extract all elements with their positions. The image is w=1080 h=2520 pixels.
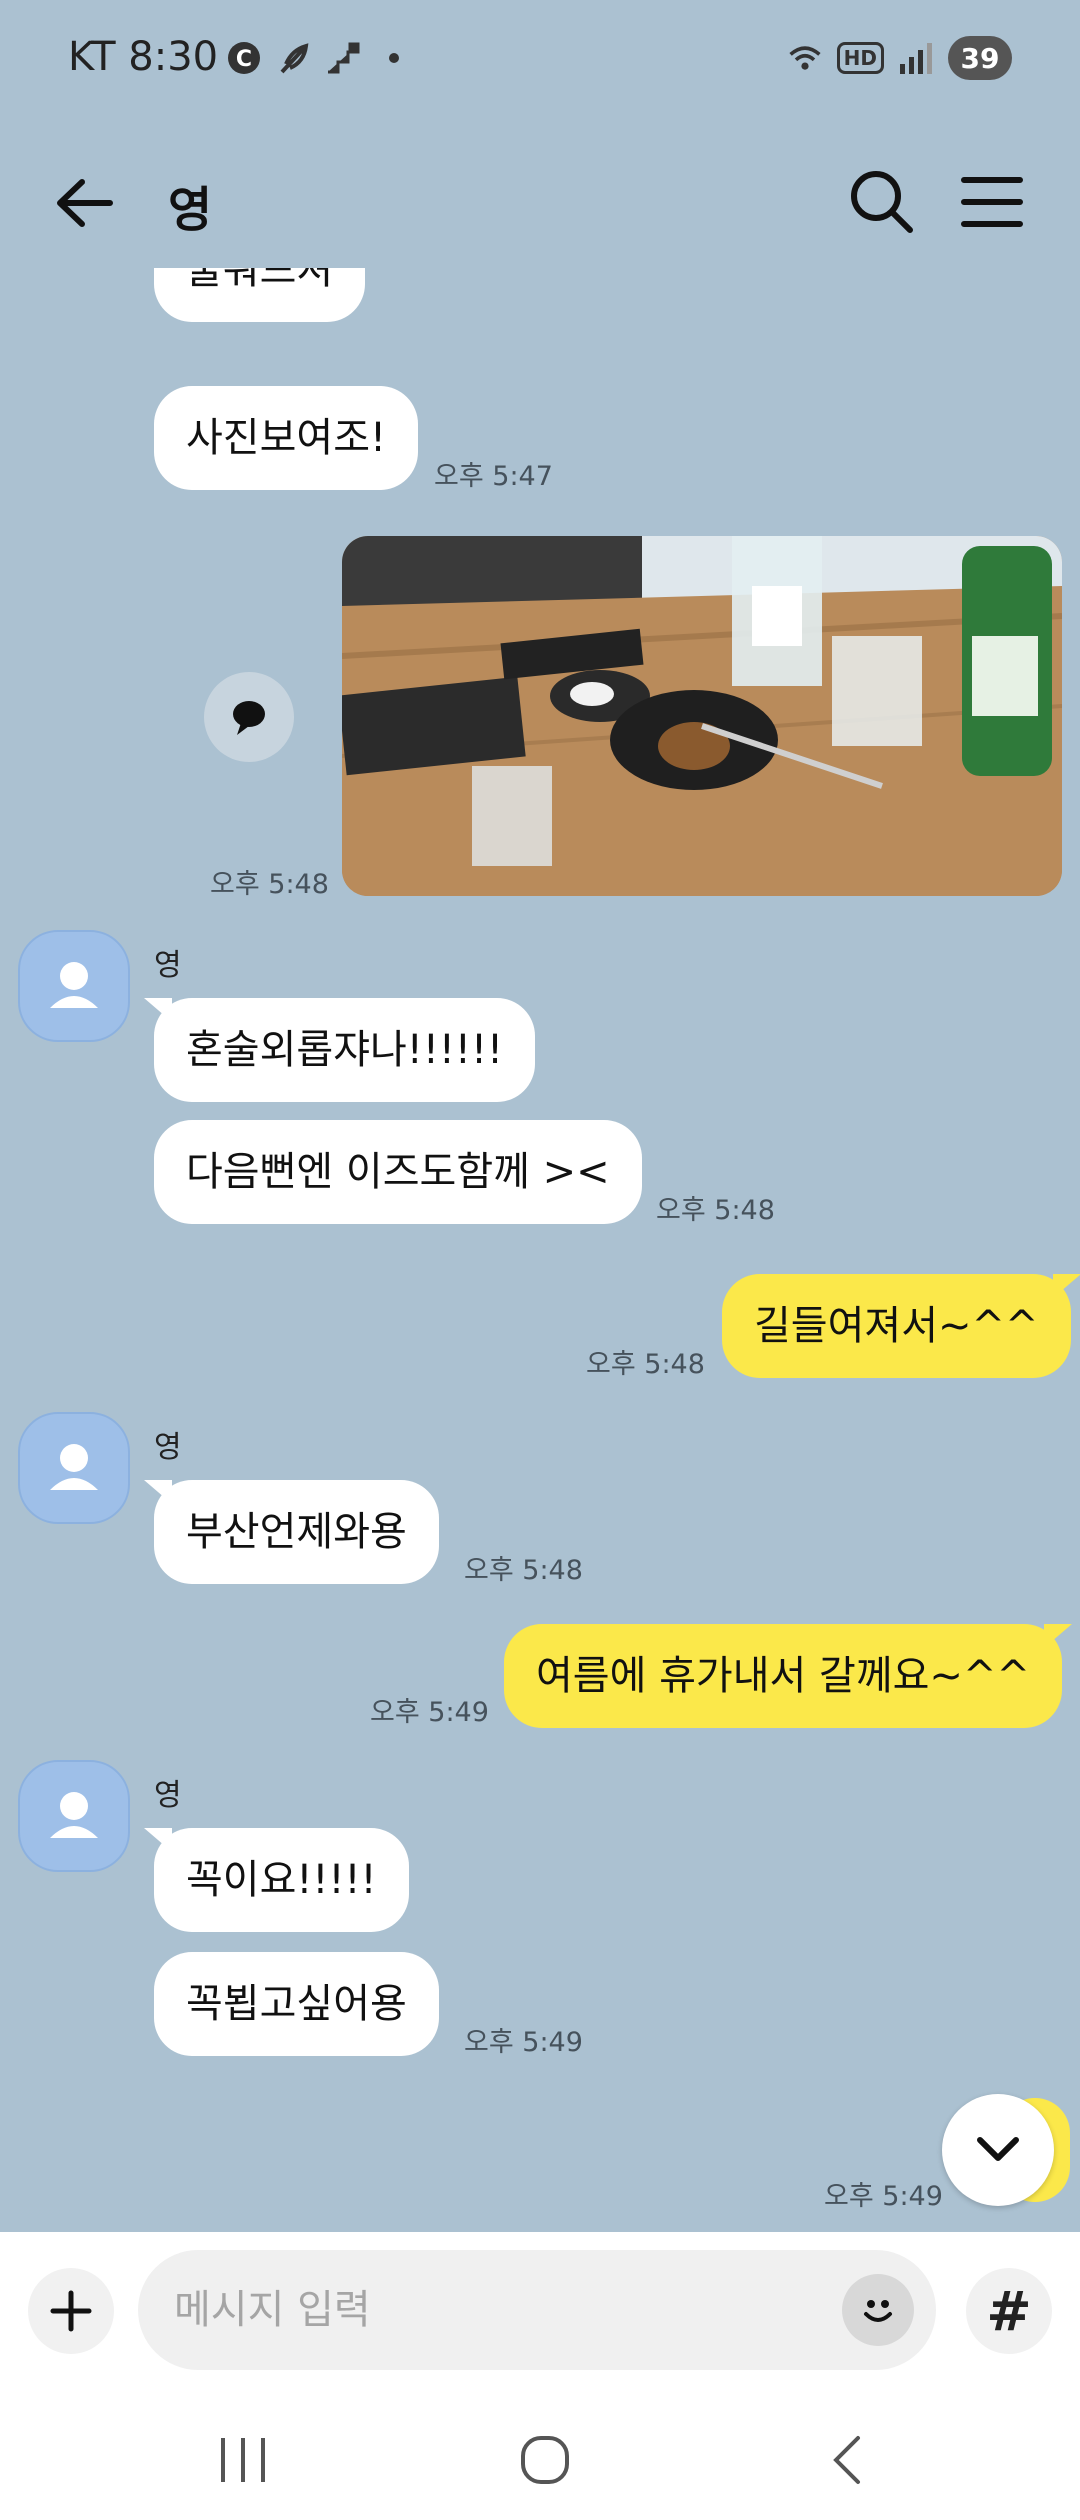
sender-name: 영 <box>154 948 182 983</box>
status-bar: KT 8:30 C HD 39 <box>0 0 1080 120</box>
emoji-smile-icon <box>864 2300 892 2322</box>
menu-button[interactable] <box>954 164 1030 240</box>
hash-icon: # <box>986 2279 1032 2343</box>
status-icons-right: HD 39 <box>787 36 1012 80</box>
hashtag-search-button[interactable]: # <box>966 2268 1052 2354</box>
speech-bubble-icon <box>233 701 265 735</box>
message-time: 오후 5:48 <box>656 1195 775 1226</box>
message-text: 사진보여조! <box>186 415 387 461</box>
bubble-tail-icon <box>144 1480 172 1504</box>
hamburger-menu-icon <box>961 177 1023 227</box>
chat-header: 영 <box>0 140 1080 260</box>
message-text: 술뭐드셔 <box>186 268 334 293</box>
signal-icon <box>898 40 934 76</box>
message-bubble[interactable]: 사진보여조! <box>154 386 419 490</box>
message-text: 다음뻔엔 이즈도함께 >< <box>186 1149 610 1195</box>
bubble-tail-icon <box>144 1828 172 1852</box>
plus-icon <box>50 2290 92 2332</box>
message-bubble[interactable]: 꼭뵙고싶어용 <box>154 1952 439 2056</box>
message-time: 오후 5:48 <box>464 1555 583 1586</box>
table-drinks-photo-image <box>342 536 1062 896</box>
message-bubble[interactable]: 술뭐드셔 <box>154 268 366 322</box>
more-notifications-dot-icon <box>376 40 412 76</box>
search-icon <box>851 171 913 233</box>
recent-apps-button[interactable] <box>198 2420 288 2500</box>
stairs-notification-icon <box>326 40 362 76</box>
avatar[interactable] <box>18 1412 130 1524</box>
message-bubble[interactable]: 혼술외롭쟈나!!!!!! <box>144 998 536 1102</box>
back-button[interactable] <box>50 168 120 238</box>
chat-message-list[interactable]: 술뭐드셔 사진보여조! 오후 5:47 오후 5:48 영 혼술외롭쟈나!!!!… <box>0 268 1080 2230</box>
message-time: 오후 5:48 <box>586 1349 705 1380</box>
system-back-button[interactable] <box>802 2420 892 2500</box>
system-navigation-bar <box>0 2392 1080 2520</box>
my-message-bubble[interactable]: 여름에 휴가내서 갈께요~^^ <box>504 1624 1072 1728</box>
status-icons-left: C <box>226 40 412 76</box>
home-button[interactable] <box>500 2420 590 2500</box>
message-text: 꼭뵙고싶어용 <box>186 1981 407 2027</box>
battery-indicator: 39 <box>948 36 1012 80</box>
message-bubble[interactable]: 꼭이요!!!!! <box>144 1828 409 1932</box>
c-notification-icon: C <box>226 40 262 76</box>
message-bubble[interactable]: 다음뻔엔 이즈도함께 >< <box>154 1120 642 1224</box>
hd-voice-badge: HD <box>836 42 884 74</box>
message-input-container <box>138 2250 936 2370</box>
default-profile-icon <box>50 962 98 1008</box>
default-profile-icon <box>50 1792 98 1838</box>
message-time: 오후 5:47 <box>434 461 553 492</box>
attach-button[interactable] <box>28 2268 114 2354</box>
back-arrow-icon <box>57 179 113 227</box>
avatar[interactable] <box>18 1760 130 1872</box>
svg-text:C: C <box>236 47 252 72</box>
message-text: 꼭이요!!!!! <box>186 1857 377 1903</box>
sender-name: 영 <box>154 1778 182 1813</box>
shared-photo[interactable] <box>342 536 1062 896</box>
avatar[interactable] <box>18 930 130 1042</box>
chevron-down-icon <box>977 2137 1019 2161</box>
message-text: 혼술외롭쟈나!!!!!! <box>186 1027 504 1073</box>
default-profile-icon <box>50 1444 98 1490</box>
bubble-tail-icon <box>144 998 172 1022</box>
status-carrier-time: KT 8:30 <box>68 34 219 80</box>
home-icon <box>521 2436 569 2484</box>
message-time: 오후 5:49 <box>464 2027 583 2058</box>
message-input[interactable] <box>174 2250 814 2370</box>
scroll-to-bottom-button[interactable] <box>942 2094 1054 2206</box>
message-time: 오후 5:49 <box>824 2181 943 2212</box>
feather-notification-icon <box>276 40 312 76</box>
chat-title[interactable]: 영 <box>168 170 212 240</box>
wifi-icon <box>787 40 823 76</box>
sender-name: 영 <box>154 1430 182 1465</box>
search-button[interactable] <box>844 164 920 240</box>
message-text: 부산언제와용 <box>186 1509 407 1555</box>
recent-apps-icon <box>221 2438 265 2482</box>
my-message-bubble[interactable]: 길들여져서~^^ <box>722 1274 1080 1378</box>
message-text: 여름에 휴가내서 갈께요~^^ <box>536 1653 1030 1699</box>
message-text: 길들여져서~^^ <box>754 1303 1039 1349</box>
emoji-button[interactable] <box>842 2274 914 2346</box>
message-bubble[interactable]: 부산언제와용 <box>144 1480 439 1584</box>
bubble-tail-icon <box>1052 1274 1080 1298</box>
message-time: 오후 5:48 <box>210 869 329 900</box>
bubble-tail-icon <box>1043 1624 1072 1648</box>
back-chevron-icon <box>833 2436 860 2484</box>
message-time: 오후 5:49 <box>370 1697 489 1728</box>
message-input-bar: # <box>0 2232 1080 2392</box>
comment-button[interactable] <box>204 672 294 762</box>
